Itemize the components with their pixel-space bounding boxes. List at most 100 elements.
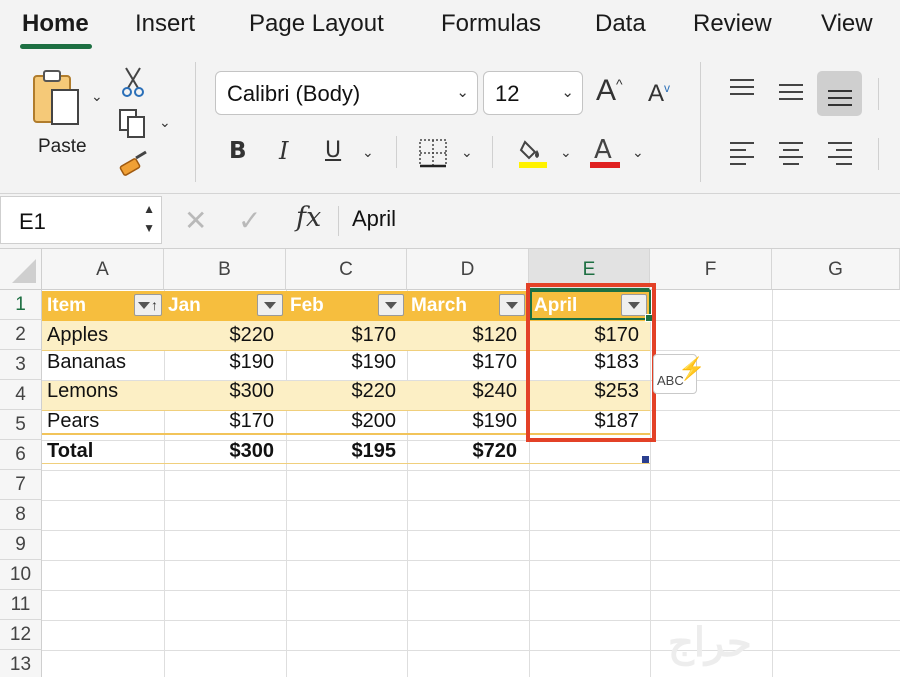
paste-button[interactable]: [28, 68, 90, 130]
row-header-5[interactable]: 5: [0, 410, 42, 440]
gridline: [42, 530, 900, 531]
fill-color-icon[interactable]: [517, 136, 549, 170]
tab-data[interactable]: Data: [595, 10, 646, 38]
cut-icon[interactable]: [120, 66, 146, 98]
column-header-a[interactable]: A: [42, 249, 164, 290]
decrease-font-size-icon[interactable]: Av: [648, 80, 670, 108]
table-cell[interactable]: $220: [164, 320, 275, 350]
row-header-11[interactable]: 11: [0, 590, 42, 620]
table-header-cell[interactable]: March: [411, 291, 467, 321]
font-color-dropdown-icon[interactable]: ⌄: [632, 144, 644, 161]
align-right-icon[interactable]: [826, 140, 854, 166]
borders-icon[interactable]: [418, 138, 448, 168]
font-name-select[interactable]: Calibri (Body) ⌄: [215, 71, 478, 115]
enter-icon[interactable]: ✓: [238, 204, 261, 237]
filter-button[interactable]: [257, 294, 283, 316]
table-cell[interactable]: $190: [407, 406, 518, 436]
table-header-cell[interactable]: Feb: [290, 291, 324, 321]
row-header-4[interactable]: 4: [0, 380, 42, 410]
align-left-icon[interactable]: [728, 140, 756, 166]
select-all-button[interactable]: [0, 249, 42, 290]
table-cell[interactable]: $170: [164, 406, 275, 436]
total-cell[interactable]: $195: [286, 436, 397, 466]
quick-analysis-button[interactable]: ABC ⚡: [653, 354, 705, 394]
row-header-2[interactable]: 2: [0, 320, 42, 350]
total-cell[interactable]: $300: [164, 436, 275, 466]
table-cell[interactable]: $220: [286, 376, 397, 406]
italic-button[interactable]: I: [279, 137, 288, 165]
tab-home[interactable]: Home: [22, 10, 89, 38]
underline-dropdown-icon[interactable]: ⌄: [362, 144, 374, 161]
font-color-icon[interactable]: A: [589, 136, 621, 170]
increase-font-size-icon[interactable]: A^: [596, 74, 623, 108]
font-size-select[interactable]: 12 ⌄: [483, 71, 583, 115]
gridline: [42, 590, 900, 591]
borders-dropdown-icon[interactable]: ⌄: [461, 144, 473, 161]
row-header-3[interactable]: 3: [0, 350, 42, 380]
chevron-down-icon: ⌄: [456, 84, 469, 101]
filter-arrow-icon: [385, 302, 397, 309]
table-cell[interactable]: $120: [407, 320, 518, 350]
paste-dropdown-icon[interactable]: ⌄: [91, 88, 103, 105]
table-cell[interactable]: Bananas: [47, 347, 126, 377]
tab-insert[interactable]: Insert: [135, 10, 195, 38]
table-cell[interactable]: $170: [286, 320, 397, 350]
column-header-d[interactable]: D: [407, 249, 529, 290]
table-resize-handle[interactable]: [642, 456, 649, 463]
row-header-6[interactable]: 6: [0, 440, 42, 470]
formula-input[interactable]: April: [352, 206, 396, 232]
cancel-icon[interactable]: ✕: [184, 204, 207, 237]
format-painter-icon[interactable]: [118, 150, 150, 178]
row-header-1[interactable]: 1: [0, 290, 42, 320]
row-header-10[interactable]: 10: [0, 560, 42, 590]
table-cell[interactable]: $240: [407, 376, 518, 406]
table-cell[interactable]: Pears: [47, 406, 99, 436]
filter-arrow-icon: [264, 302, 276, 309]
ribbon-separator: [878, 78, 879, 110]
total-cell[interactable]: $720: [407, 436, 518, 466]
insert-function-icon[interactable]: fx: [296, 202, 321, 233]
formula-divider: [338, 206, 339, 236]
bold-button[interactable]: B: [229, 138, 247, 164]
copy-dropdown-icon[interactable]: ⌄: [159, 114, 171, 131]
table-header-cell[interactable]: Item: [47, 291, 86, 321]
tab-formulas[interactable]: Formulas: [441, 10, 541, 38]
filter-button[interactable]: [499, 294, 525, 316]
fill-color-dropdown-icon[interactable]: ⌄: [560, 144, 572, 161]
underline-button[interactable]: U: [325, 138, 341, 163]
column-header-c[interactable]: C: [286, 249, 407, 290]
tab-page-layout[interactable]: Page Layout: [249, 10, 384, 38]
gridline: [42, 470, 900, 471]
filter-button[interactable]: [378, 294, 404, 316]
copy-icon[interactable]: [118, 108, 150, 140]
paste-label: Paste: [38, 136, 87, 157]
tab-view[interactable]: View: [821, 10, 873, 38]
row-header-12[interactable]: 12: [0, 620, 42, 650]
table-header-cell[interactable]: Jan: [168, 291, 201, 321]
align-bottom-button[interactable]: [817, 71, 862, 116]
table-cell[interactable]: $190: [164, 347, 275, 377]
table-cell[interactable]: $190: [286, 347, 397, 377]
row-header-13[interactable]: 13: [0, 650, 42, 677]
table-cell[interactable]: $300: [164, 376, 275, 406]
column-header-g[interactable]: G: [772, 249, 900, 290]
column-header-f[interactable]: F: [650, 249, 772, 290]
row-header-7[interactable]: 7: [0, 470, 42, 500]
filter-sort-button[interactable]: ↑: [134, 294, 162, 316]
align-center-icon[interactable]: [777, 140, 805, 166]
column-header-b[interactable]: B: [164, 249, 286, 290]
row-header-9[interactable]: 9: [0, 530, 42, 560]
gridline: [42, 650, 900, 651]
table-cell[interactable]: Apples: [47, 320, 108, 350]
align-top-icon[interactable]: [728, 78, 756, 100]
align-middle-icon[interactable]: [777, 82, 805, 104]
total-label-cell[interactable]: Total: [47, 436, 93, 466]
name-box[interactable]: E1 ▲ ▼: [0, 196, 162, 244]
table-cell[interactable]: $170: [407, 347, 518, 377]
table-cell[interactable]: Lemons: [47, 376, 118, 406]
row-header-8[interactable]: 8: [0, 500, 42, 530]
tab-review[interactable]: Review: [693, 10, 772, 38]
table-cell[interactable]: $200: [286, 406, 397, 436]
name-box-stepper-icon[interactable]: ▲ ▼: [143, 200, 155, 238]
svg-text:A: A: [594, 136, 612, 165]
